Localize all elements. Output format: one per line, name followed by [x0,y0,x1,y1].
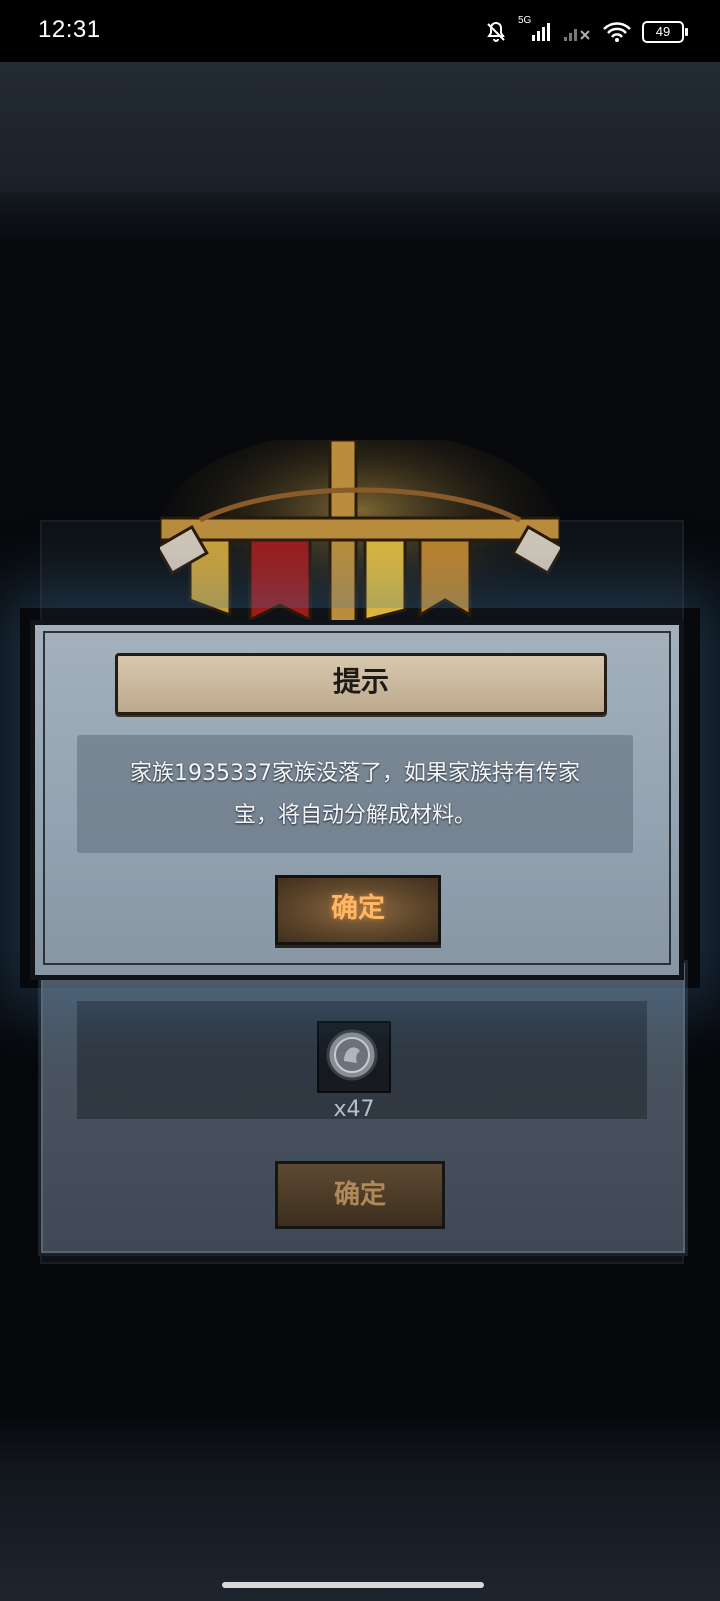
dialog-title: 提示 [332,665,389,698]
status-bar: 12:31 5G 49 [0,0,720,62]
mute-bell-icon [484,20,508,44]
signal-5g-icon: 5G [518,15,552,43]
notice-dialog: 提示 家族1935337家族没落了，如果家族持有传家 宝，将自动分解成材料。 确… [30,620,684,980]
home-indicator[interactable] [222,1582,484,1588]
family-emblem-icon [160,440,560,630]
silver-coin-icon [326,1029,378,1081]
clock: 12:31 [38,16,101,43]
reward-item-count: x47 [333,1097,375,1122]
dialog-message-box: 家族1935337家族没落了，如果家族持有传家 宝，将自动分解成材料。 [77,735,633,853]
background-header [0,62,720,192]
dialog-message: 家族1935337家族没落了，如果家族持有传家 宝，将自动分解成材料。 [107,753,603,837]
reward-item-slot [317,1021,391,1093]
reward-confirm-button[interactable]: 确定 [275,1161,445,1229]
reward-panel: x47 确定 [38,960,688,1256]
confirm-button[interactable]: 确定 [275,875,441,945]
dialog-message-line1: 家族1935337家族没落了，如果家族持有传家 [130,761,580,786]
wifi-icon [602,21,632,43]
dialog-title-banner: 提示 [115,653,607,715]
confirm-button-label: 确定 [331,893,385,924]
status-icons: 5G 49 [484,15,688,46]
network-type: 5G [518,15,532,26]
battery-icon: 49 [642,21,688,43]
dialog-message-line2: 宝，将自动分解成材料。 [233,803,476,828]
signal-weak-icon [562,21,592,43]
